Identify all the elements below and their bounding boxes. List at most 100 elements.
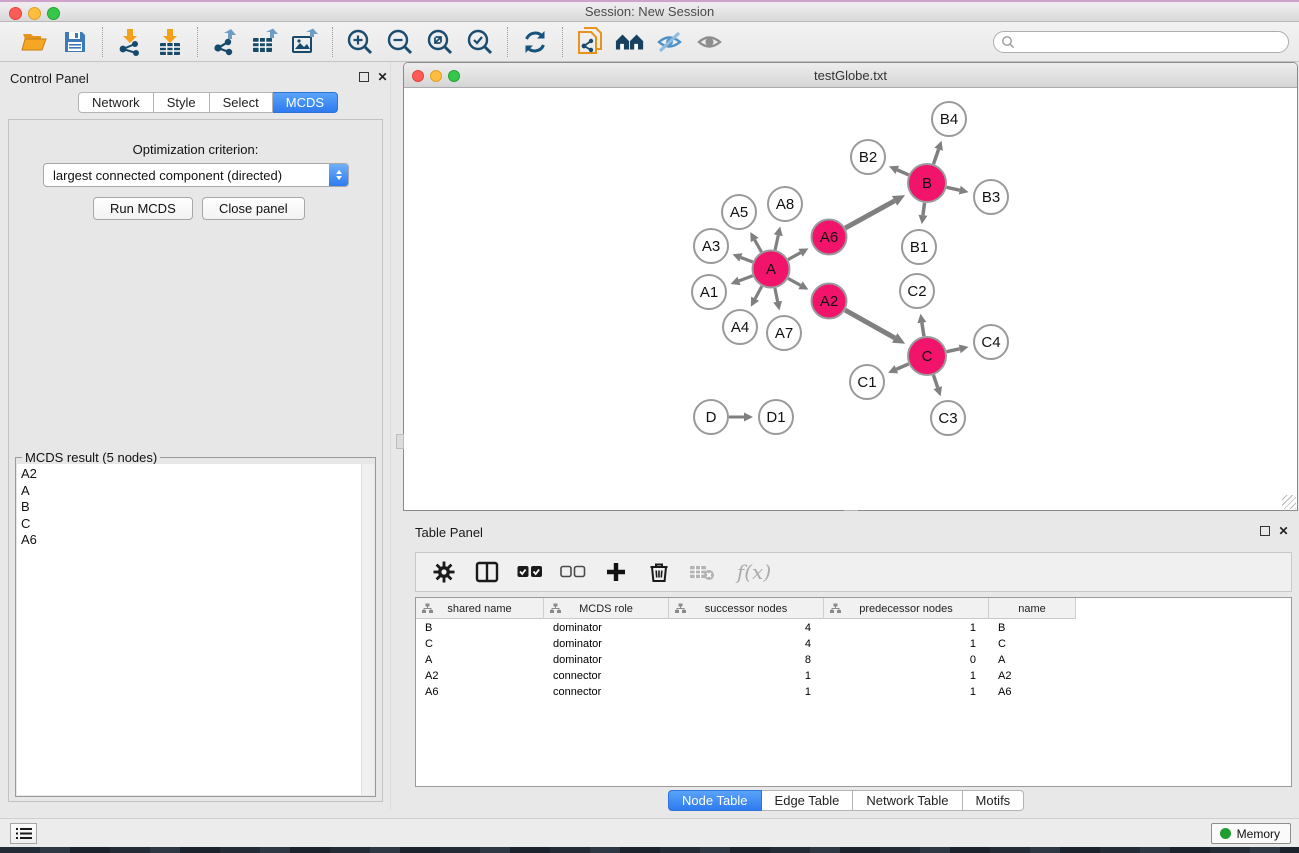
close-window-button[interactable]	[9, 7, 22, 20]
export-table-icon[interactable]	[250, 27, 280, 57]
cell: B	[989, 620, 1076, 636]
edge-A-A7[interactable]	[775, 288, 778, 302]
open-file-icon[interactable]	[20, 27, 50, 57]
edge-B-B2[interactable]	[897, 170, 908, 175]
close-table-panel-icon[interactable]: ✕	[1277, 524, 1290, 537]
refresh-layout-icon[interactable]	[520, 27, 550, 57]
delete-column-trash-icon[interactable]	[646, 559, 672, 585]
result-item[interactable]: B	[21, 499, 362, 516]
tab-style[interactable]: Style	[154, 92, 210, 113]
hierarchy-icon	[422, 603, 433, 614]
arrowhead-icon	[933, 386, 942, 396]
criterion-dropdown[interactable]: largest connected component (directed)	[43, 163, 349, 187]
result-item[interactable]: A2	[21, 466, 362, 483]
edge-A2-C[interactable]	[845, 310, 895, 338]
table-row[interactable]: Bdominator41B	[416, 620, 1291, 636]
edge-A-A3[interactable]	[741, 257, 753, 262]
mcds-result-list[interactable]: A2ABCA6	[17, 464, 362, 795]
network-zoom-button[interactable]	[448, 70, 460, 82]
save-session-icon[interactable]	[60, 27, 90, 57]
network-close-button[interactable]	[412, 70, 424, 82]
window-resize-grip[interactable]	[1282, 495, 1296, 509]
search-field[interactable]	[993, 31, 1289, 53]
edge-B-B3[interactable]	[947, 187, 960, 190]
result-scrollbar[interactable]	[361, 464, 374, 795]
table-row[interactable]: A2connector11A2	[416, 668, 1291, 684]
column-header-name[interactable]: name	[989, 598, 1076, 619]
float-panel-icon[interactable]	[357, 70, 370, 83]
edge-A-A2[interactable]	[788, 278, 800, 285]
tab-network-table[interactable]: Network Table	[853, 790, 962, 811]
edge-A-A5[interactable]	[755, 240, 762, 252]
node-label-D: D	[706, 409, 717, 426]
close-panel-button[interactable]: Close panel	[202, 197, 305, 220]
select-all-checkboxes-icon[interactable]	[517, 559, 543, 585]
tab-network[interactable]: Network	[78, 92, 154, 113]
table-settings-gear-icon[interactable]	[431, 559, 457, 585]
edge-A-A8[interactable]	[775, 235, 778, 250]
export-image-icon[interactable]	[290, 27, 320, 57]
network-minimize-button[interactable]	[430, 70, 442, 82]
import-table-icon[interactable]	[155, 27, 185, 57]
column-header-shared-name[interactable]: shared name	[416, 598, 544, 619]
memory-button[interactable]: Memory	[1211, 823, 1291, 844]
run-mcds-button[interactable]: Run MCDS	[93, 197, 193, 220]
network-window-titlebar[interactable]: testGlobe.txt	[404, 63, 1297, 88]
zoom-in-icon[interactable]	[345, 27, 375, 57]
node-label-A6: A6	[820, 229, 838, 246]
edge-C-C4[interactable]	[947, 349, 960, 352]
tab-node-table[interactable]: Node Table	[668, 790, 762, 811]
tab-edge-table[interactable]: Edge Table	[762, 790, 854, 811]
edge-C-C1[interactable]	[896, 364, 908, 369]
result-item[interactable]: C	[21, 516, 362, 533]
table-row[interactable]: Adominator80A	[416, 652, 1291, 668]
edge-A-A6[interactable]	[788, 253, 800, 260]
result-item[interactable]: A6	[21, 532, 362, 549]
edge-A-A4[interactable]	[755, 286, 762, 299]
cell: 1	[824, 636, 989, 652]
column-header-predecessor-nodes[interactable]: predecessor nodes	[824, 598, 989, 619]
zoom-selected-icon[interactable]	[465, 27, 495, 57]
network-canvas[interactable]: B4B2BB3B1A5A8A3A6AA1A2C2A4A7C4CC1C3DD1	[404, 88, 1297, 510]
node-label-A7: A7	[775, 325, 793, 342]
home-neighbors-icon[interactable]	[615, 27, 645, 57]
edge-B-B1[interactable]	[923, 203, 925, 215]
edge-C-C3[interactable]	[933, 375, 937, 388]
search-input[interactable]	[1015, 33, 1288, 51]
edge-A-A1[interactable]	[739, 276, 753, 281]
close-panel-icon[interactable]: ✕	[376, 70, 389, 83]
table-row[interactable]: A6connector11A6	[416, 684, 1291, 700]
network-document-icon[interactable]	[575, 27, 605, 57]
vertical-splitter-handle[interactable]	[396, 434, 404, 449]
cell: connector	[544, 668, 669, 684]
zoom-out-icon[interactable]	[385, 27, 415, 57]
result-item[interactable]: A	[21, 483, 362, 500]
cell: dominator	[544, 652, 669, 668]
edge-A6-B[interactable]	[845, 201, 894, 228]
table-row[interactable]: Cdominator41C	[416, 636, 1291, 652]
tab-select[interactable]: Select	[210, 92, 273, 113]
show-panels-list-button[interactable]	[10, 823, 37, 844]
deselect-all-checkboxes-icon[interactable]	[560, 559, 586, 585]
zoom-window-button[interactable]	[47, 7, 60, 20]
minimize-window-button[interactable]	[28, 7, 41, 20]
hide-selected-icon[interactable]	[655, 27, 685, 57]
edge-B-B4[interactable]	[934, 149, 939, 164]
import-network-icon[interactable]	[115, 27, 145, 57]
cell: connector	[544, 684, 669, 700]
application-window: Session: New Session	[0, 0, 1299, 853]
column-header-MCDS-role[interactable]: MCDS role	[544, 598, 669, 619]
zoom-fit-icon[interactable]	[425, 27, 455, 57]
add-column-icon[interactable]	[603, 559, 629, 585]
arrowhead-icon	[917, 314, 926, 324]
show-all-icon[interactable]	[695, 27, 725, 57]
tab-mcds[interactable]: MCDS	[273, 92, 338, 113]
edge-C-C2[interactable]	[922, 323, 924, 337]
control-panel-tabs: NetworkStyleSelectMCDS	[78, 92, 338, 113]
export-network-icon[interactable]	[210, 27, 240, 57]
split-columns-icon[interactable]	[474, 559, 500, 585]
column-header-successor-nodes[interactable]: successor nodes	[669, 598, 824, 619]
float-table-panel-icon[interactable]	[1258, 524, 1271, 537]
tab-motifs[interactable]: Motifs	[963, 790, 1025, 811]
arrowhead-icon	[919, 215, 928, 224]
